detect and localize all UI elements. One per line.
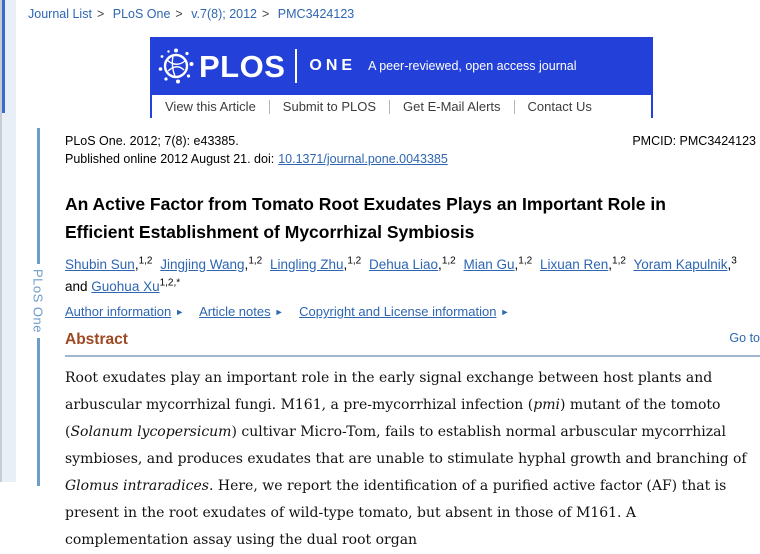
banner-journal-name: ONE [309,58,356,74]
published-row: Published online 2012 August 21. doi: 10.… [65,152,760,166]
author: Dehua Liao,1,2 [369,257,460,272]
goto-link[interactable]: Go to [729,331,760,345]
banner-plos-wordmark: PLOS [199,51,285,82]
article-navbar: View this Article Submit to PLOS Get E-M… [150,95,653,118]
pmc-article-page: { "breadcrumb": { "items": ["Journal Lis… [0,0,760,486]
author: Jingjing Wang,1,2 [160,257,266,272]
journal-sidebar-rail: PLoS One [30,128,46,486]
breadcrumb-separator: > [175,7,182,21]
doi-link[interactable]: 10.1371/journal.pone.0043385 [278,152,448,166]
author-affiliation-sup: 1,2 [612,255,626,266]
info-link[interactable]: Author information ► [65,304,184,319]
citation-row: PLoS One. 2012; 7(8): e43385. PMCID: PMC… [65,134,760,148]
expand-arrow-icon: ► [500,307,509,317]
author-link[interactable]: Guohua Xu [91,279,159,294]
published-text: Published online 2012 August 21. doi: [65,152,274,166]
breadcrumb-link[interactable]: PLoS One [113,7,171,21]
author-affiliation-sup: 1,2 [248,255,262,266]
breadcrumb-link[interactable]: v.7(8); 2012 [191,7,257,21]
abstract-paragraph: Root exudates play an important role in … [65,365,757,554]
breadcrumb-separator: > [262,7,269,21]
breadcrumb-link[interactable]: Journal List [28,7,92,21]
info-link-label[interactable]: Author information [65,304,171,319]
navbar-item[interactable]: Submit to PLOS [270,100,390,114]
author-affiliation-sup: 1,2 [347,255,361,266]
author: Lixuan Ren,1,2 [540,257,630,272]
author: and Guohua Xu1,2,* [65,279,184,294]
banner-tagline: A peer-reviewed, open access journal [368,59,576,73]
breadcrumb-separator: > [97,7,104,21]
rail-line-bottom [37,338,40,486]
abstract-text-segment: Solanum lycopersicum [70,424,231,440]
pmcid-label: PMCID: PMC3424123 [632,134,756,148]
section-rule [65,355,760,357]
breadcrumb-item: Journal List > [28,7,109,21]
navbar-item[interactable]: Get E-Mail Alerts [390,100,515,114]
breadcrumb-item: PLoS One > [113,7,188,21]
author-prefix: and [65,279,91,294]
author-link[interactable]: Dehua Liao [369,257,438,272]
info-link-label[interactable]: Copyright and License information [299,304,496,319]
author-link[interactable]: Jingjing Wang [160,257,244,272]
navbar-item[interactable]: View this Article [152,100,270,114]
author: Shubin Sun,1,2 [65,257,156,272]
author-affiliation-sup: 1,2 [518,255,532,266]
breadcrumb: Journal List > PLoS One > v.7(8); 2012 > PM… [28,7,354,21]
author: Yoram Kapulnik,3 [633,257,740,272]
author-affiliation-sup: 1,2 [139,255,153,266]
breadcrumb-item: v.7(8); 2012 > [191,7,274,21]
journal-banner: PLOS ONE A peer-reviewed, open access jo… [150,37,653,95]
expand-arrow-icon: ► [275,307,284,317]
author: Lingling Zhu,1,2 [270,257,365,272]
author-link[interactable]: Mian Gu [463,257,514,272]
abstract-heading-row: Abstract Go to [65,331,760,349]
author-link[interactable]: Lixuan Ren [540,257,608,272]
breadcrumb-link[interactable]: PMC3424123 [278,7,354,21]
breadcrumb-item: PMC3424123 [278,7,354,21]
abstract-text-segment: Glomus intraradices [65,478,209,494]
author-link[interactable]: Lingling Zhu [270,257,344,272]
journal-citation: PLoS One. 2012; 7(8): e43385. [65,134,239,148]
author-affiliation-sup: 3 [731,255,737,266]
author-link[interactable]: Yoram Kapulnik [633,257,727,272]
rail-line-top [37,128,40,264]
expand-arrow-icon: ► [175,307,184,317]
banner-divider [295,49,297,83]
info-link[interactable]: Copyright and License information ► [299,304,509,319]
article-content: PLoS One. 2012; 7(8): e43385. PMCID: PMC… [65,128,760,554]
article-info-links: Author information ► Article notes ► Copyr… [65,304,760,319]
author-affiliation-sup: 1,2 [442,255,456,266]
navbar-item[interactable]: Contact Us [515,100,605,114]
info-link-label[interactable]: Article notes [199,304,271,319]
info-link[interactable]: Article notes ► [199,304,283,319]
author-link[interactable]: Shubin Sun [65,257,135,272]
left-accent-line [2,0,5,113]
author-affiliation-sup: 1,2,* [160,278,181,289]
abstract-text-segment: pmi [533,397,560,413]
abstract-heading: Abstract [65,331,128,349]
author: Mian Gu,1,2 [463,257,536,272]
author-list: Shubin Sun,1,2 Jingjing Wang,1,2 Linglin… [65,251,755,296]
article-title: An Active Factor from Tomato Root Exudat… [65,190,729,246]
journal-vertical-label: PLoS One [31,269,46,333]
plos-globe-icon [157,47,195,85]
